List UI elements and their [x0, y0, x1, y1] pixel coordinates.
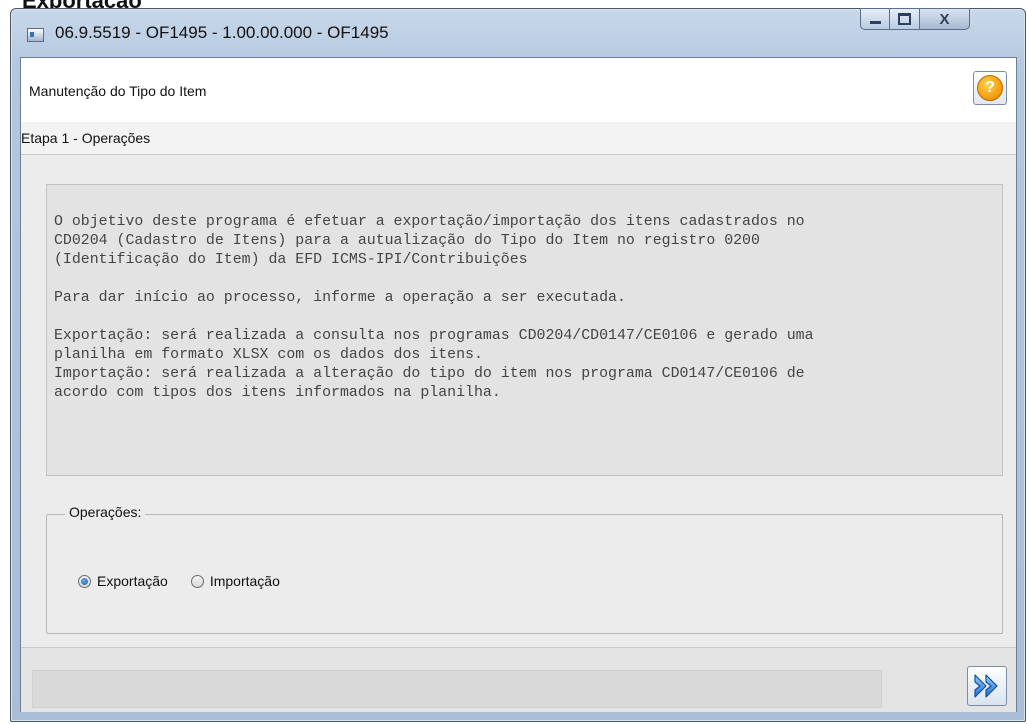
close-button[interactable]: X: [920, 8, 970, 30]
description-text: O objetivo deste programa é efetuar a ex…: [54, 214, 814, 401]
next-button[interactable]: [967, 666, 1007, 706]
step-label: Etapa 1 - Operações: [21, 130, 151, 146]
radio-exportacao[interactable]: [78, 574, 91, 588]
app-icon[interactable]: [27, 28, 44, 42]
window-title: 06.9.5519 - OF1495 - 1.00.00.000 - OF149…: [55, 23, 389, 42]
help-icon: ?: [977, 75, 1003, 101]
operations-legend: Operações:: [65, 504, 146, 520]
help-button[interactable]: ?: [973, 71, 1007, 105]
operations-group: Operações: Exportação Importação: [46, 504, 1003, 634]
header-bar: Manutenção do Tipo do Item ?: [21, 58, 1016, 123]
title-bar[interactable]: 06.9.5519 - OF1495 - 1.00.00.000 - OF149…: [11, 8, 1025, 57]
radio-importacao[interactable]: [190, 574, 204, 588]
caption-buttons: X: [860, 8, 970, 30]
double-chevron-right-icon: [974, 674, 998, 698]
status-field: [32, 670, 882, 708]
description-box: O objetivo deste programa é efetuar a ex…: [46, 184, 1003, 476]
operations-radio-row: Exportação Importação: [78, 573, 280, 589]
radio-importacao-label[interactable]: Importação: [210, 573, 280, 589]
maximize-icon: [898, 13, 911, 25]
page-title: Manutenção do Tipo do Item: [29, 83, 207, 99]
radio-exportacao-label[interactable]: Exportação: [97, 573, 168, 589]
window-client-area: Manutenção do Tipo do Item ? Etapa 1 - O…: [20, 57, 1017, 712]
footer-bar: [21, 647, 1016, 712]
minimize-icon: [869, 21, 881, 24]
application-window: 06.9.5519 - OF1495 - 1.00.00.000 - OF149…: [10, 8, 1026, 722]
minimize-button[interactable]: [860, 8, 890, 30]
maximize-button[interactable]: [890, 8, 920, 30]
step-bar: Etapa 1 - Operações: [21, 122, 1016, 155]
close-icon: X: [939, 10, 950, 28]
